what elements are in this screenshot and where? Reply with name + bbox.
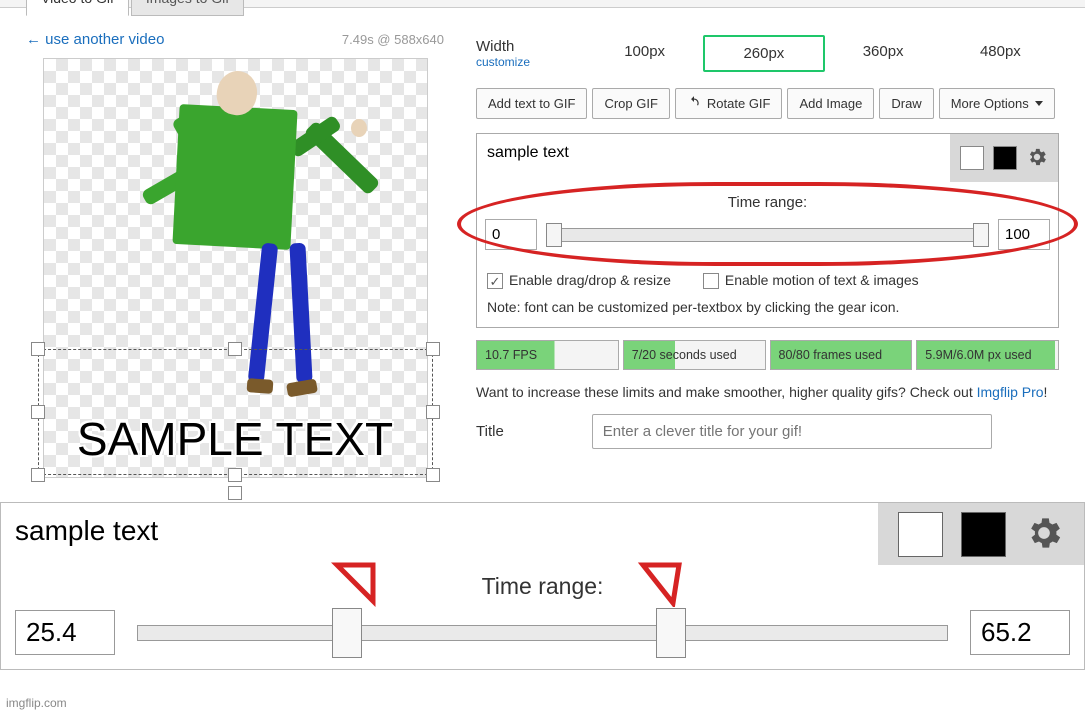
width-option-100[interactable]: 100px: [586, 35, 703, 72]
zoom-color-swatch-white[interactable]: [898, 512, 943, 557]
width-customize-link[interactable]: customize: [476, 55, 586, 69]
resize-handle[interactable]: [31, 342, 45, 356]
zoom-time-start-input[interactable]: [15, 610, 115, 655]
width-option-480[interactable]: 480px: [942, 35, 1059, 72]
font-note: Note: font can be customized per-textbox…: [477, 299, 1058, 327]
zoom-color-swatch-black[interactable]: [961, 512, 1006, 557]
text-bounding-box[interactable]: SAMPLE TEXT: [38, 349, 433, 475]
title-input[interactable]: [592, 414, 992, 449]
resize-handle[interactable]: [426, 342, 440, 356]
resize-handle[interactable]: [31, 468, 45, 482]
add-image-button[interactable]: Add Image: [787, 88, 874, 119]
gif-preview[interactable]: SAMPLE TEXT: [43, 58, 428, 478]
time-start-input[interactable]: [485, 219, 537, 250]
tab-video-to-gif[interactable]: Video to Gif: [26, 0, 129, 16]
tabs: Video to Gif Images to Gif: [26, 0, 1059, 16]
checkbox-icon: [487, 273, 503, 289]
stat-seconds: 7/20 seconds used: [623, 340, 766, 370]
text-color-swatch-white[interactable]: [960, 146, 984, 170]
time-range-slider[interactable]: [547, 228, 988, 242]
rotate-handle[interactable]: [228, 486, 242, 500]
width-label: Width: [476, 38, 586, 55]
zoom-slider-handle-start[interactable]: [332, 608, 362, 658]
checkbox-icon: [703, 273, 719, 289]
text-content-input[interactable]: [477, 134, 950, 182]
width-option-260[interactable]: 260px: [703, 35, 824, 72]
zoom-text-input[interactable]: [1, 503, 878, 565]
video-meta: 7.49s @ 588x640: [342, 32, 444, 47]
slider-handle-end[interactable]: [973, 223, 989, 247]
crop-gif-button[interactable]: Crop GIF: [592, 88, 669, 119]
resize-handle[interactable]: [426, 405, 440, 419]
outline-color-swatch-black[interactable]: [993, 146, 1017, 170]
stat-px: 5.9M/6.0M px used: [916, 340, 1059, 370]
draw-button[interactable]: Draw: [879, 88, 933, 119]
resize-handle[interactable]: [228, 342, 242, 356]
time-end-input[interactable]: [998, 219, 1050, 250]
zoom-slider-handle-end[interactable]: [656, 608, 686, 658]
resize-handle[interactable]: [31, 405, 45, 419]
rotate-gif-button[interactable]: Rotate GIF: [675, 88, 783, 119]
more-options-button[interactable]: More Options: [939, 88, 1055, 119]
enable-motion-option[interactable]: Enable motion of text & images: [703, 272, 919, 289]
stat-fps: 10.7 FPS: [476, 340, 619, 370]
watermark: imgflip.com: [6, 696, 67, 710]
title-label: Title: [476, 423, 504, 440]
text-settings-gear-icon[interactable]: [1026, 146, 1048, 171]
zoom-time-slider[interactable]: [137, 625, 948, 641]
resize-handle[interactable]: [228, 468, 242, 482]
zoom-time-end-input[interactable]: [970, 610, 1070, 655]
chevron-down-icon: [1035, 101, 1043, 106]
zoom-gear-icon[interactable]: [1024, 513, 1064, 556]
use-another-video-link[interactable]: ← use another video: [26, 31, 164, 48]
enable-dragdrop-option[interactable]: Enable drag/drop & resize: [487, 272, 671, 289]
pro-note: Want to increase these limits and make s…: [476, 384, 1059, 400]
resize-handle[interactable]: [426, 468, 440, 482]
width-option-360[interactable]: 360px: [825, 35, 942, 72]
zoomed-panel: Time range:: [0, 502, 1085, 670]
slider-handle-start[interactable]: [546, 223, 562, 247]
overlay-text: SAMPLE TEXT: [39, 412, 432, 466]
zoom-time-range-label: Time range:: [15, 573, 1070, 600]
stat-frames: 80/80 frames used: [770, 340, 913, 370]
more-options-label: More Options: [951, 96, 1029, 111]
rotate-icon: [687, 95, 701, 112]
rotate-label: Rotate GIF: [707, 96, 771, 111]
tab-images-to-gif[interactable]: Images to Gif: [131, 0, 244, 16]
add-text-button[interactable]: Add text to GIF: [476, 88, 587, 119]
time-range-label: Time range:: [485, 194, 1050, 211]
imgflip-pro-link[interactable]: Imgflip Pro: [977, 384, 1044, 400]
